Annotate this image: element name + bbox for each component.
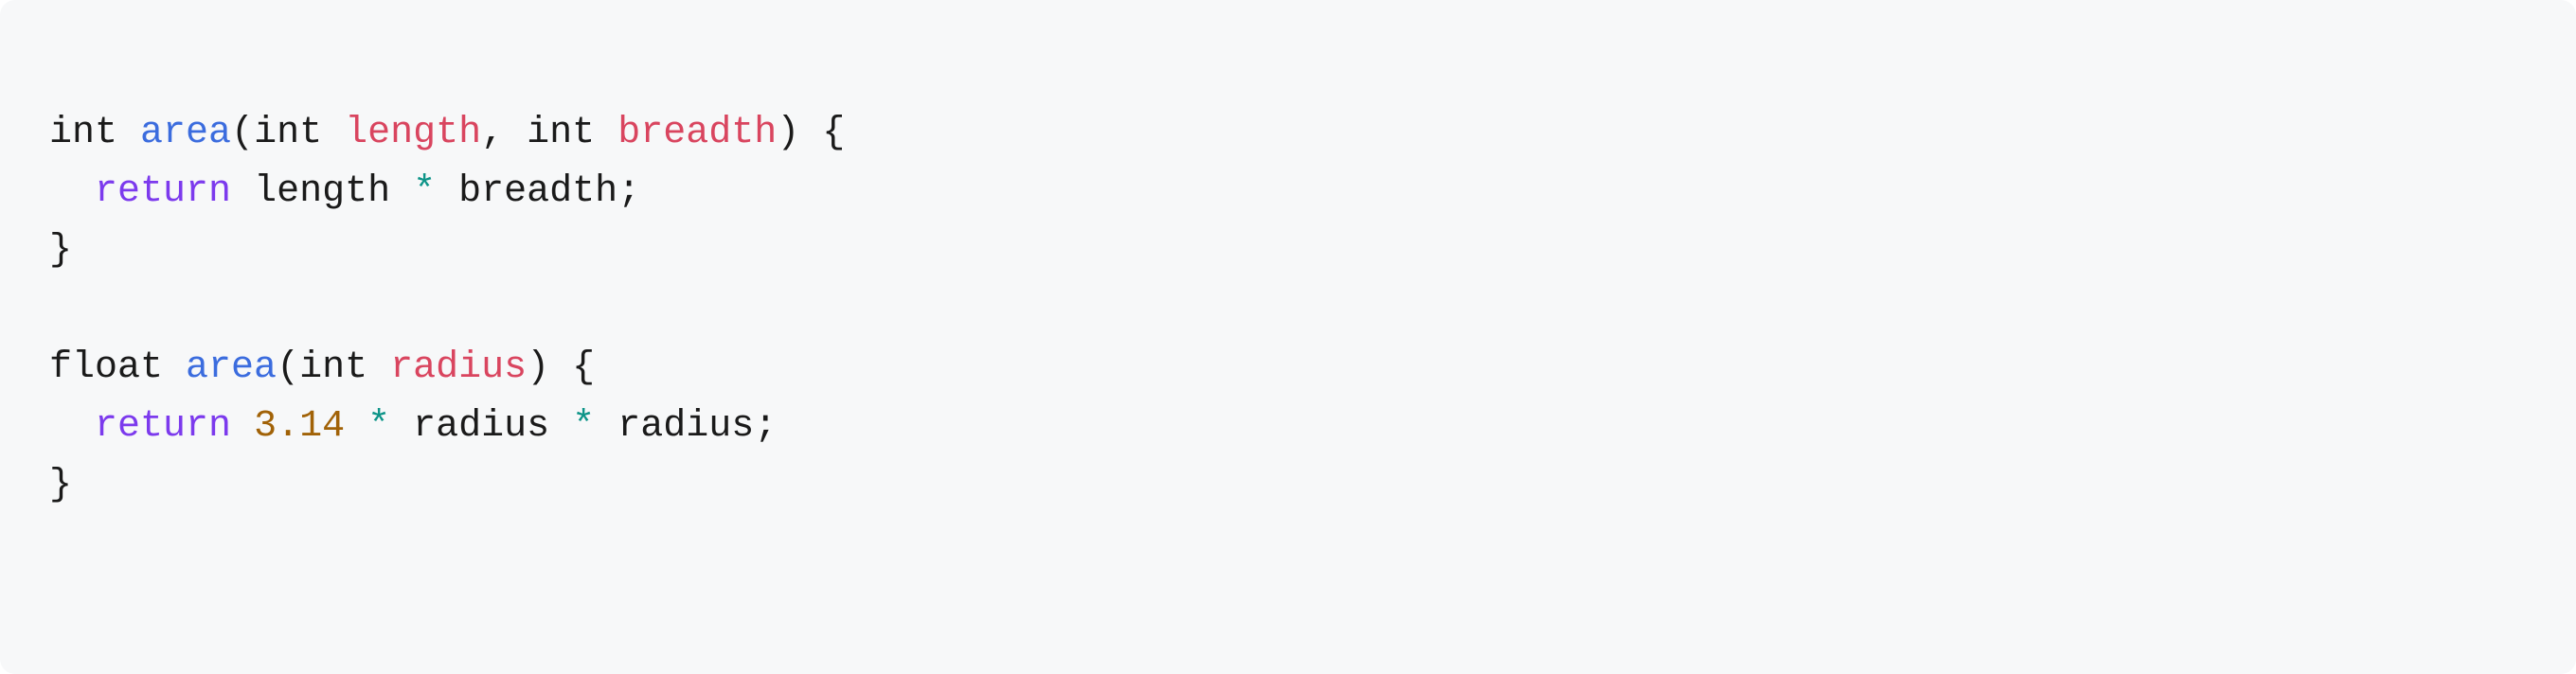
paren-close: ) xyxy=(777,112,799,154)
keyword-return: return xyxy=(95,405,231,448)
paren-close: ) xyxy=(527,346,549,389)
param-type: int xyxy=(299,346,367,389)
param-name: radius xyxy=(390,346,527,389)
identifier: breadth xyxy=(458,170,617,213)
brace-open: { xyxy=(822,112,845,154)
param-type: int xyxy=(254,112,322,154)
identifier: length xyxy=(254,170,390,213)
paren-open: ( xyxy=(231,112,254,154)
number-literal: 3.14 xyxy=(254,405,345,448)
operator-multiply: * xyxy=(367,405,390,448)
code-line: return length * breadth; xyxy=(49,170,640,213)
semicolon: ; xyxy=(754,405,777,448)
function-name: area xyxy=(140,112,231,154)
code-line: float area(int radius) { xyxy=(49,346,595,389)
comma: , xyxy=(481,112,504,154)
brace-close: } xyxy=(49,464,72,506)
param-type: int xyxy=(527,112,595,154)
operator-multiply: * xyxy=(413,170,436,213)
operator-multiply: * xyxy=(572,405,595,448)
code-line: } xyxy=(49,464,72,506)
paren-open: ( xyxy=(277,346,299,389)
identifier: radius xyxy=(617,405,754,448)
code-block: int area(int length, int breadth) { retu… xyxy=(0,0,2576,674)
param-name: breadth xyxy=(617,112,777,154)
identifier: radius xyxy=(413,405,549,448)
brace-open: { xyxy=(572,346,595,389)
brace-close: } xyxy=(49,229,72,272)
function-name: area xyxy=(186,346,277,389)
code-line: return 3.14 * radius * radius; xyxy=(49,405,777,448)
keyword-return: return xyxy=(95,170,231,213)
semicolon: ; xyxy=(617,170,640,213)
return-type: float xyxy=(49,346,163,389)
return-type: int xyxy=(49,112,117,154)
code-line: int area(int length, int breadth) { xyxy=(49,112,845,154)
param-name: length xyxy=(345,112,481,154)
code-line: } xyxy=(49,229,72,272)
